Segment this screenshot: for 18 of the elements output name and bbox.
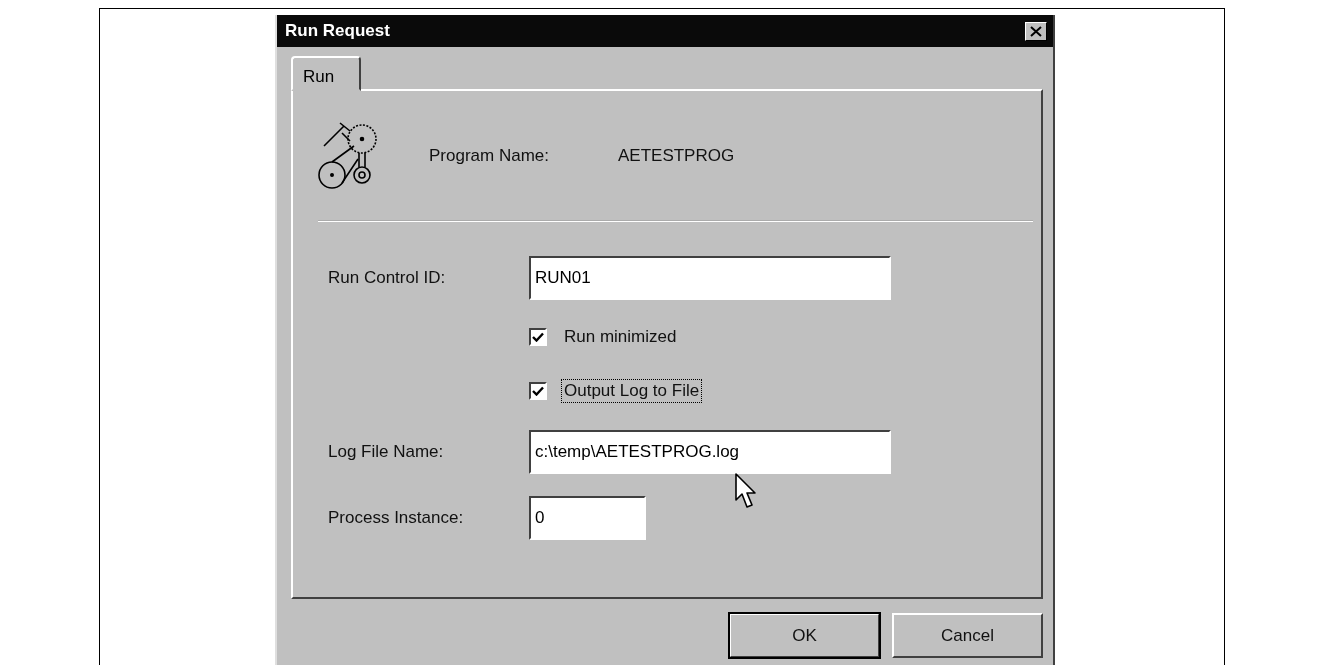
checkbox-label: Run minimized <box>563 326 678 348</box>
dialog-button[interactable]: Cancel <box>892 613 1043 658</box>
tab[interactable]: Run <box>291 56 362 91</box>
field-label: Run Control ID: <box>328 268 447 288</box>
program-name-label: Program Name: <box>429 145 550 166</box>
dialog-button[interactable]: OK <box>729 613 880 658</box>
program-name-value: AETESTPROG <box>618 145 735 166</box>
checkbox[interactable] <box>529 382 547 400</box>
field-label: Process Instance: <box>328 508 465 528</box>
close-button[interactable] <box>1025 21 1047 41</box>
field-label: Log File Name: <box>328 442 445 462</box>
window-title: Run Request <box>285 21 390 41</box>
checkbox-label: Output Log to File <box>561 379 703 403</box>
text-field[interactable]: RUN01 <box>529 256 891 300</box>
text-field[interactable]: c:\temp\AETESTPROG.log <box>529 430 891 474</box>
checkbox[interactable] <box>529 328 547 346</box>
text-field[interactable]: 0 <box>529 496 646 540</box>
close-icon <box>1030 25 1042 37</box>
